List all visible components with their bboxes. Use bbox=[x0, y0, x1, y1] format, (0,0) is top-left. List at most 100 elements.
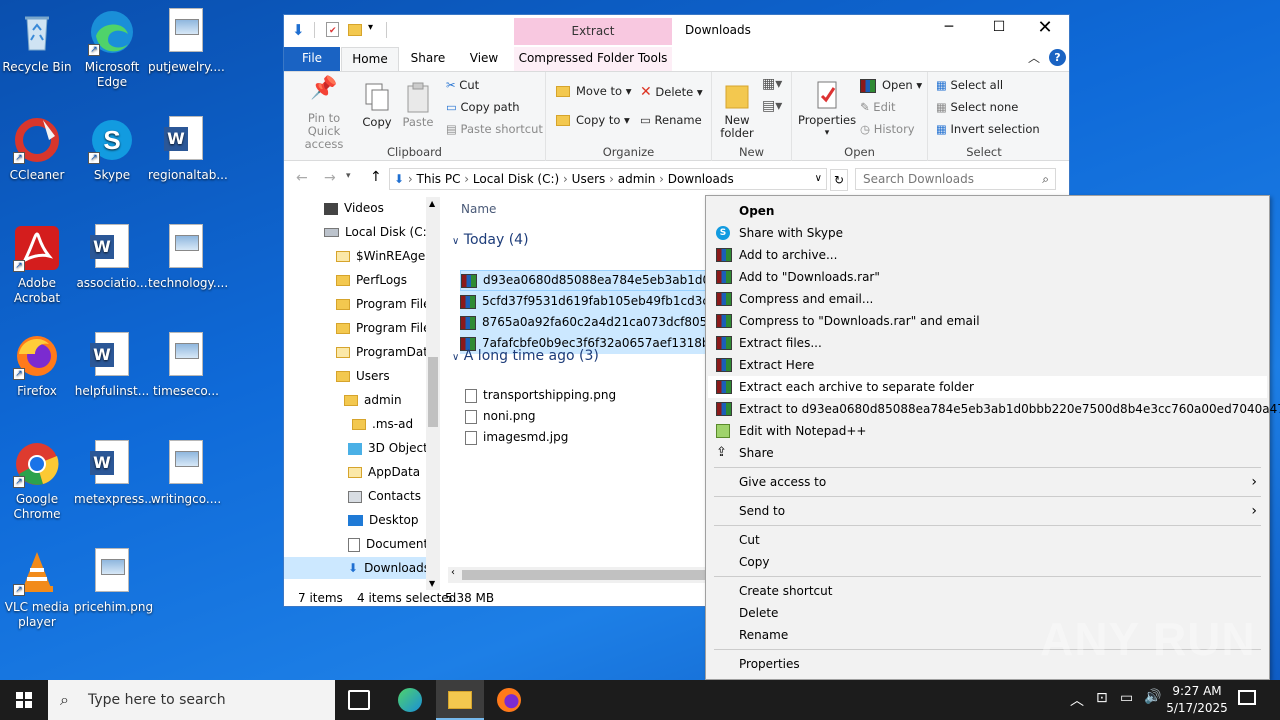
tab-share[interactable]: Share bbox=[402, 47, 454, 71]
address-dropdown-icon[interactable]: ∨ bbox=[815, 169, 822, 189]
nav-item-3d-objects[interactable]: 3D Objects bbox=[348, 437, 428, 459]
up-icon[interactable]: ↑ bbox=[370, 169, 382, 185]
h-scroll-thumb[interactable] bbox=[462, 570, 708, 580]
desktop-icon-recycle-bin[interactable]: Recycle Bin bbox=[0, 8, 74, 75]
menu-item-send-to[interactable]: Send to › bbox=[708, 500, 1267, 522]
menu-item-extract-files[interactable]: Extract files... bbox=[708, 332, 1267, 354]
nav-item-downloads[interactable]: ⬇ Downloads bbox=[284, 557, 428, 579]
breadcrumb-admin[interactable]: admin bbox=[618, 172, 656, 186]
tab-compressed-folder-tools[interactable]: Compressed Folder Tools bbox=[514, 47, 672, 71]
back-icon[interactable]: ← bbox=[296, 170, 308, 186]
nav-item-folder[interactable]: Users bbox=[336, 365, 428, 387]
desktop-icon-firefox[interactable]: ↗ Firefox bbox=[0, 332, 74, 399]
minimize-button[interactable]: ─ bbox=[934, 19, 964, 35]
paste-button[interactable]: Paste bbox=[400, 82, 436, 129]
show-hidden-icons[interactable]: ︿ bbox=[1070, 690, 1084, 710]
column-header-name[interactable]: Name bbox=[461, 202, 496, 216]
menu-item-notepadpp[interactable]: Edit with Notepad++ bbox=[708, 420, 1267, 442]
cut-button[interactable]: ✂ Cut bbox=[446, 78, 479, 92]
nav-item-folder[interactable]: ProgramData bbox=[336, 341, 428, 363]
copy-button[interactable]: Copy bbox=[360, 82, 394, 129]
new-item-icon[interactable]: ▦▾ bbox=[762, 76, 782, 92]
notification-icon[interactable] bbox=[1238, 690, 1256, 705]
file-row[interactable]: d93ea0680d85088ea784e5eb3ab1d0bbb2... bbox=[460, 270, 710, 291]
task-view-icon[interactable] bbox=[348, 690, 370, 710]
desktop-icon-file[interactable]: W associatio... bbox=[74, 224, 150, 291]
copy-path-button[interactable]: ▭ Copy path bbox=[446, 100, 520, 114]
breadcrumb-local-disk[interactable]: Local Disk (C:) bbox=[473, 172, 559, 186]
nav-item-local-disk[interactable]: Local Disk (C:) bbox=[324, 221, 431, 243]
nav-item-folder[interactable]: $WinREAgent bbox=[336, 245, 428, 267]
nav-scroll-thumb[interactable] bbox=[428, 357, 438, 427]
breadcrumb-users[interactable]: Users bbox=[572, 172, 606, 186]
breadcrumb-this-pc[interactable]: This PC bbox=[417, 172, 461, 186]
help-icon[interactable]: ? bbox=[1049, 49, 1066, 66]
desktop-icon-file[interactable]: W metexpress... bbox=[74, 440, 156, 507]
taskbar-search-box[interactable]: ⌕ Type here to search bbox=[48, 680, 335, 720]
extract-context-tab[interactable]: Extract bbox=[514, 18, 672, 45]
tab-home[interactable]: Home bbox=[341, 47, 399, 71]
volume-icon[interactable]: 🔊 bbox=[1144, 689, 1161, 705]
menu-item-give-access[interactable]: Give access to › bbox=[708, 471, 1267, 493]
move-to-button[interactable]: Move to ▾ bbox=[556, 84, 631, 98]
forward-icon[interactable]: → bbox=[324, 170, 336, 186]
edge-taskbar-icon[interactable] bbox=[398, 688, 422, 712]
file-row[interactable]: 5cfd37f9531d619fab105eb49fb1cd3c9b38... bbox=[460, 291, 710, 312]
desktop-icon-acrobat[interactable]: ↗ Adobe Acrobat bbox=[0, 224, 74, 306]
easy-access-icon[interactable]: ▤▾ bbox=[762, 98, 782, 114]
scroll-up-icon[interactable]: ▲ bbox=[429, 199, 435, 208]
desktop-icon-vlc[interactable]: ↗ VLC media player bbox=[0, 548, 74, 630]
menu-item-extract-here[interactable]: Extract Here bbox=[708, 354, 1267, 376]
desktop-icon-ccleaner[interactable]: ↗ CCleaner bbox=[0, 116, 74, 183]
nav-item-documents[interactable]: Documents bbox=[348, 533, 428, 555]
nav-item-folder[interactable]: PerfLogs bbox=[336, 269, 428, 291]
menu-item-share-skype[interactable]: S Share with Skype bbox=[708, 222, 1267, 244]
customize-toolbar-icon[interactable]: ▾ bbox=[368, 22, 373, 33]
refresh-icon[interactable]: ↻ bbox=[830, 169, 848, 191]
group-header-long-ago[interactable]: ∨ A long time ago (3) bbox=[452, 348, 599, 364]
desktop-icon-edge[interactable]: ↗ Microsoft Edge bbox=[74, 8, 150, 90]
desktop-icon-file[interactable]: writingco.... bbox=[148, 440, 224, 507]
pin-quick-access-button[interactable]: 📌 Pin to Quick access bbox=[290, 78, 358, 151]
maximize-button[interactable]: ☐ bbox=[984, 19, 1014, 35]
open-button[interactable]: Open ▾ bbox=[860, 78, 922, 93]
copy-to-button[interactable]: Copy to ▾ bbox=[556, 113, 630, 127]
file-explorer-taskbar-icon[interactable] bbox=[436, 680, 484, 720]
menu-item-add-archive[interactable]: Add to archive... bbox=[708, 244, 1267, 266]
scroll-left-icon[interactable]: ‹ bbox=[451, 567, 455, 578]
select-all-button[interactable]: ▦ Select all bbox=[936, 78, 1003, 92]
group-header-today[interactable]: ∨ Today (4) bbox=[452, 232, 529, 248]
quick-access-down-icon[interactable]: ⬇ bbox=[292, 21, 305, 39]
collapse-ribbon-icon[interactable]: ︿ bbox=[1028, 49, 1040, 66]
nav-item-videos[interactable]: Videos bbox=[324, 197, 384, 219]
start-button[interactable] bbox=[0, 680, 48, 720]
rename-button[interactable]: ▭ Rename bbox=[640, 113, 702, 127]
select-none-button[interactable]: ▦ Select none bbox=[936, 100, 1018, 114]
nav-scrollbar[interactable]: ▲ ▼ bbox=[426, 197, 440, 590]
nav-item-desktop[interactable]: Desktop bbox=[348, 509, 428, 531]
ethernet-icon[interactable]: ▭ bbox=[1120, 690, 1133, 706]
new-folder-button[interactable]: New folder bbox=[718, 80, 756, 140]
tab-file[interactable]: File bbox=[284, 47, 340, 71]
new-folder-quick-icon[interactable] bbox=[348, 24, 362, 36]
desktop-icon-chrome[interactable]: ↗ Google Chrome bbox=[0, 440, 74, 522]
clock[interactable]: 9:27 AM 5/17/2025 bbox=[1164, 683, 1230, 717]
nav-item-contacts[interactable]: Contacts bbox=[348, 485, 428, 507]
desktop-icon-file[interactable]: pricehim.png bbox=[74, 548, 153, 615]
invert-selection-button[interactable]: ▦ Invert selection bbox=[936, 122, 1040, 136]
breadcrumb[interactable]: ⬇ › This PC › Local Disk (C:) › Users › … bbox=[389, 168, 827, 190]
desktop-icon-skype[interactable]: S ↗ Skype bbox=[74, 116, 150, 183]
menu-item-share[interactable]: ⇪ Share bbox=[708, 442, 1267, 464]
edit-button[interactable]: ✎ Edit bbox=[860, 100, 896, 114]
menu-item-create-shortcut[interactable]: Create shortcut bbox=[708, 580, 1267, 602]
properties-button[interactable]: Properties ▾ bbox=[798, 80, 856, 140]
nav-item-folder[interactable]: .ms-ad bbox=[352, 413, 428, 435]
file-row[interactable]: noni.png bbox=[465, 406, 536, 426]
menu-item-open[interactable]: Open bbox=[708, 200, 1267, 222]
desktop-icon-file[interactable]: W helpfulinst... bbox=[74, 332, 150, 399]
breadcrumb-downloads[interactable]: Downloads bbox=[668, 172, 734, 186]
nav-item-folder[interactable]: Program Files bbox=[336, 293, 428, 315]
close-button[interactable]: ✕ bbox=[1030, 17, 1060, 38]
horizontal-scrollbar[interactable]: ‹ bbox=[448, 567, 708, 583]
file-row[interactable]: 8765a0a92fa60c2a4d21ca073dcf805f320c... bbox=[460, 312, 710, 333]
